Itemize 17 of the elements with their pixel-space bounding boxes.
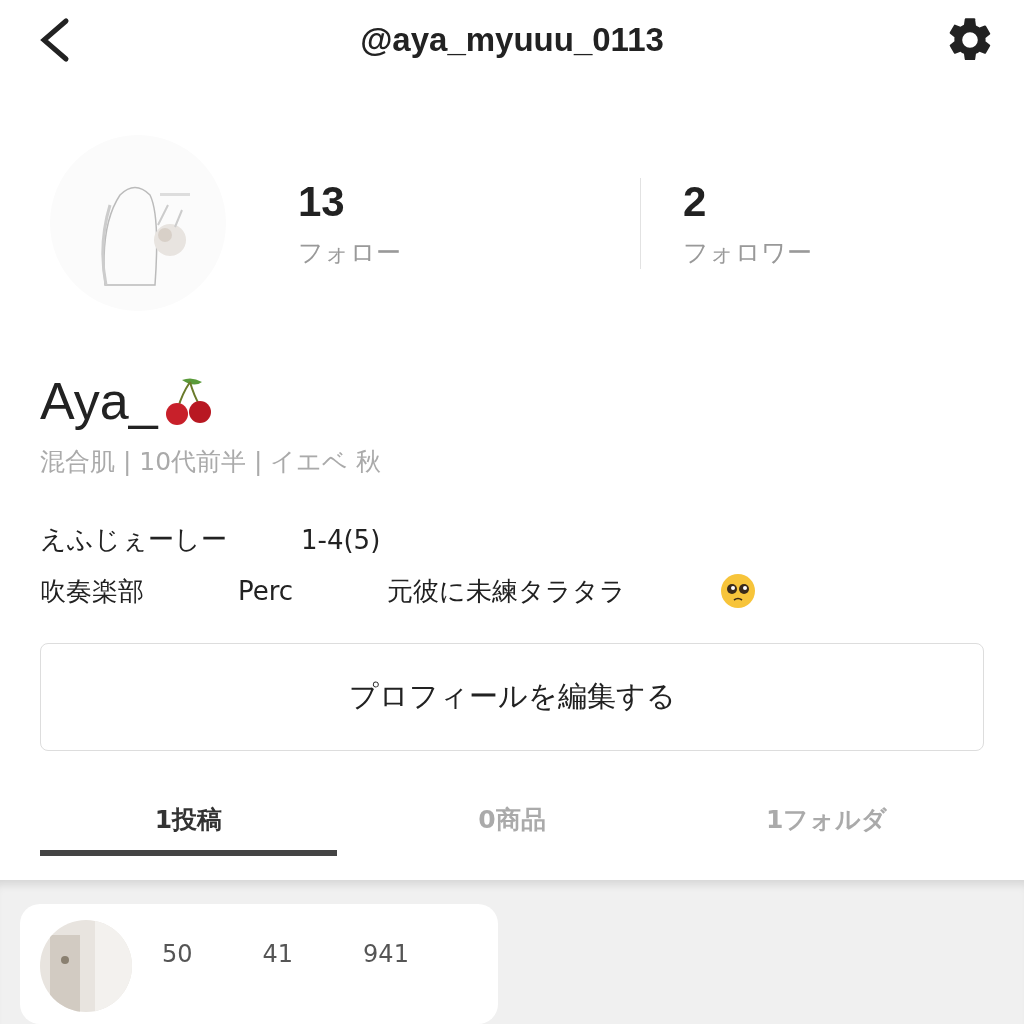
- edit-profile-button[interactable]: プロフィールを編集する: [40, 643, 984, 751]
- tab[interactable]: 1投稿: [40, 803, 337, 856]
- bio-text: 吹奏楽部: [40, 574, 144, 608]
- stat-count[interactable]: 13: [298, 177, 640, 226]
- bio-text: 1-4(5): [301, 524, 381, 555]
- pleading-emoji-icon: [720, 573, 757, 609]
- bio-text: Perc: [238, 576, 294, 606]
- post-card[interactable]: 50 41 941: [20, 904, 498, 1024]
- stat-count[interactable]: 2: [683, 177, 983, 226]
- post-count: 941: [363, 940, 409, 968]
- bio-text: 元彼に未練タラタラ: [387, 574, 627, 608]
- username-title: @aya_myuuu_0113: [360, 21, 664, 59]
- post-count: 41: [262, 940, 294, 968]
- display-name: Aya_: [40, 371, 158, 431]
- post-count: 50: [162, 940, 193, 968]
- profile-tags: 混合肌 | 10代前半 | イエベ 秋: [40, 445, 984, 478]
- bio-text: えふじぇーしー: [40, 523, 227, 556]
